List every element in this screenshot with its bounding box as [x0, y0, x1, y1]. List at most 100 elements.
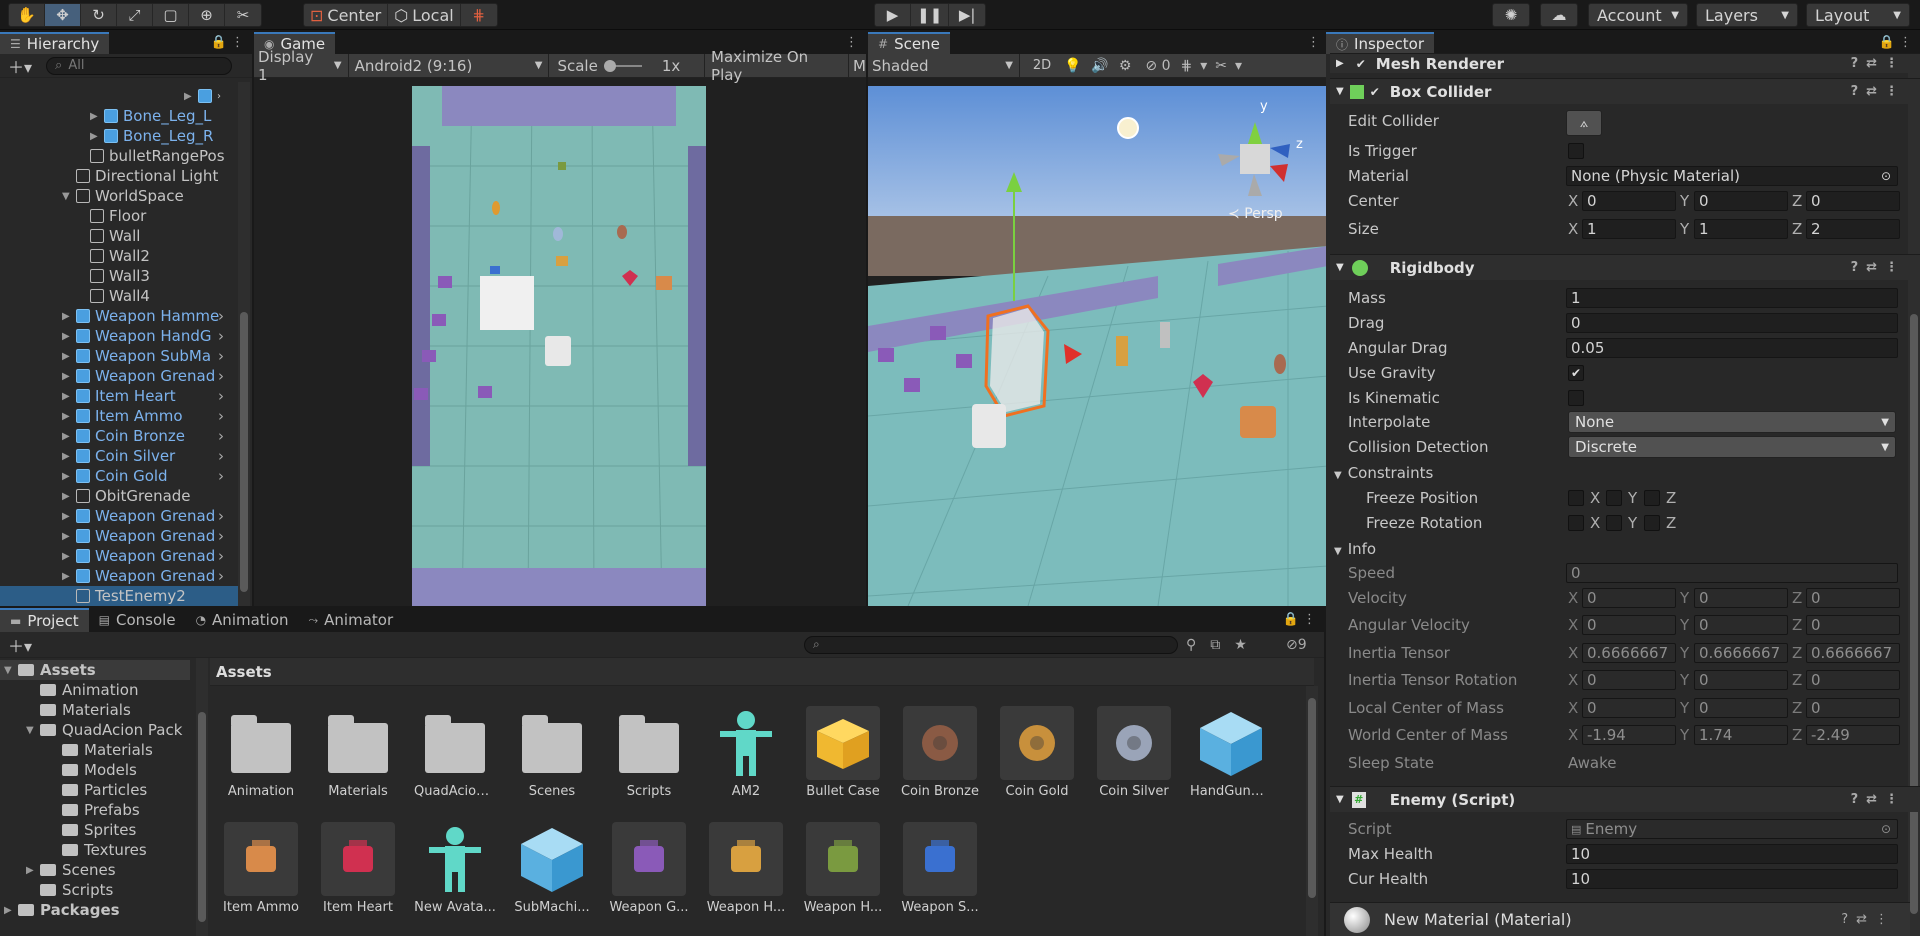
material-preview-header[interactable]: New Material (Material) ?⇄⋮	[1330, 902, 1910, 936]
hierarchy-item[interactable]: Floor	[76, 206, 146, 226]
chevron-right-icon[interactable]: ›	[218, 507, 224, 525]
layout-dropdown[interactable]: Layout ▼	[1806, 3, 1910, 27]
project-tree-item[interactable]: Textures	[48, 840, 147, 860]
expand-arrow-icon[interactable]: ▶	[62, 551, 76, 562]
hierarchy-item[interactable]: ▶ Item Heart ›	[62, 386, 224, 406]
pivot-local-button[interactable]: ⬡ Local	[388, 4, 461, 26]
hierarchy-item[interactable]: ▶ Coin Silver ›	[62, 446, 224, 466]
scale-tool-icon[interactable]: ⤢	[117, 4, 153, 26]
hidden-packages-toggle[interactable]: ⊘9	[1286, 637, 1307, 653]
hierarchy-item[interactable]: bulletRangePos	[76, 146, 225, 166]
expand-arrow-icon[interactable]: ▶	[90, 131, 104, 142]
asset-item[interactable]: AM2	[705, 706, 787, 799]
play-icon[interactable]: ▶	[875, 4, 911, 26]
collab-button[interactable]: ✺	[1492, 3, 1530, 27]
project-tree-item[interactable]: Models	[48, 760, 137, 780]
asset-item[interactable]: Animation	[220, 706, 302, 799]
hierarchy-item[interactable]: ▶ ObitGrenade	[62, 486, 191, 506]
asset-item[interactable]: Coin Gold	[996, 706, 1078, 799]
physic-material-field[interactable]: None (Physic Material) ⊙	[1566, 166, 1898, 186]
panel-menu-icon[interactable]: 🔒 ⋮	[211, 35, 244, 50]
account-dropdown[interactable]: Account ▼	[1588, 3, 1688, 27]
hand-tool-icon[interactable]: ✋	[9, 4, 45, 26]
game-more-button[interactable]: M	[853, 57, 866, 75]
object-picker-icon[interactable]: ⊙	[1881, 169, 1891, 183]
project-tree-item[interactable]: Materials	[26, 700, 131, 720]
transform-tool-icon[interactable]: ⊕	[189, 4, 225, 26]
project-tree-item[interactable]: ▶ Packages	[4, 900, 120, 920]
rect-tool-icon[interactable]: ▢	[153, 4, 189, 26]
asset-item[interactable]: Item Ammo	[220, 822, 302, 915]
scrollbar-thumb[interactable]	[240, 312, 248, 592]
hierarchy-item[interactable]: ▶ Weapon Grenad ›	[62, 506, 224, 526]
project-tree-item[interactable]: Sprites	[48, 820, 136, 840]
chevron-right-icon[interactable]: ›	[218, 447, 224, 465]
constraints-foldout[interactable]: ▼ Constraints	[1334, 464, 1433, 482]
expand-arrow-icon[interactable]: ▶	[62, 351, 76, 362]
tab-scene[interactable]: # Scene	[868, 32, 950, 54]
chevron-right-icon[interactable]: ›	[218, 387, 224, 405]
expand-arrow-icon[interactable]: ▼	[26, 725, 40, 736]
mass-field[interactable]: 1	[1566, 288, 1898, 308]
vector-component-field[interactable]: 1	[1694, 219, 1788, 239]
asset-item[interactable]: QuadAcion...	[414, 706, 496, 799]
resolution-dropdown[interactable]: Android2 (9:16) ▼	[355, 53, 550, 78]
project-filter-icons[interactable]: ⚲⧉★	[1186, 637, 1261, 653]
drag-field[interactable]: 0	[1566, 313, 1898, 333]
chevron-right-icon[interactable]: ›	[218, 367, 224, 385]
asset-item[interactable]: Scenes	[511, 706, 593, 799]
hierarchy-item[interactable]: ▶ Bone_Leg_R	[90, 126, 213, 146]
box-collider-header[interactable]: ▼ ✔ Box Collider ?⇄⋮	[1330, 78, 1920, 104]
hierarchy-item[interactable]: ▶ Weapon Hamme ›	[62, 306, 224, 326]
hierarchy-item[interactable]: ▶ Coin Bronze ›	[62, 426, 224, 446]
component-header-icons[interactable]: ?⇄⋮	[1851, 84, 1906, 99]
expand-arrow-icon[interactable]: ▶	[62, 491, 76, 502]
asset-grid-scrollbar[interactable]	[1306, 686, 1318, 936]
tab-hierarchy[interactable]: ☰ Hierarchy	[0, 32, 110, 54]
asset-item[interactable]: Scripts	[608, 706, 690, 799]
hierarchy-scrollbar[interactable]	[238, 82, 250, 606]
panel-menu-icon[interactable]: ⋮	[1307, 35, 1320, 50]
game-viewport[interactable]	[412, 86, 706, 606]
asset-item[interactable]: Coin Silver	[1093, 706, 1175, 799]
hierarchy-item[interactable]: ▶ Weapon Grenad ›	[62, 366, 224, 386]
pause-icon[interactable]: ❚❚	[911, 4, 950, 26]
cloud-button[interactable]: ☁	[1540, 3, 1578, 27]
asset-item[interactable]: Weapon H...	[705, 822, 787, 915]
expand-arrow-icon[interactable]: ▶	[62, 371, 76, 382]
project-tree-item[interactable]: Materials	[48, 740, 153, 760]
project-tree-item[interactable]: ▶ Scenes	[26, 860, 116, 880]
display-dropdown[interactable]: Display 1 ▼	[258, 48, 349, 84]
tab-inspector[interactable]: ⓘ Inspector	[1326, 32, 1434, 54]
asset-item[interactable]: Materials	[317, 706, 399, 799]
asset-item[interactable]: Weapon S...	[899, 822, 981, 915]
expand-arrow-icon[interactable]: ▶	[62, 571, 76, 582]
2d-toggle-button[interactable]: 2D	[1028, 58, 1056, 73]
chevron-right-icon[interactable]: ›	[218, 307, 224, 325]
project-tree-item[interactable]: Particles	[48, 780, 147, 800]
asset-item[interactable]: New Avata...	[414, 822, 496, 915]
hierarchy-item[interactable]: Wall2	[76, 246, 150, 266]
asset-item[interactable]: SubMachi...	[511, 822, 593, 915]
hierarchy-item[interactable]: ▶ Item Ammo ›	[62, 406, 224, 426]
create-plus-icon[interactable]: ＋▾	[8, 633, 32, 657]
chevron-right-icon[interactable]: ›	[218, 467, 224, 485]
expand-arrow-icon[interactable]: ▶	[4, 905, 18, 916]
scale-track[interactable]	[603, 59, 642, 72]
chevron-right-icon[interactable]: ›	[218, 547, 224, 565]
hierarchy-item[interactable]: ▶ Weapon Grenad ›	[62, 566, 224, 586]
freeze-axis-checkbox[interactable]	[1606, 515, 1622, 531]
freeze-axis-checkbox[interactable]	[1568, 490, 1584, 506]
expand-arrow-icon[interactable]: ▶	[62, 531, 76, 542]
use-gravity-checkbox[interactable]: ✔	[1568, 365, 1584, 381]
vector-component-field[interactable]: 0	[1582, 191, 1676, 211]
expand-arrow-icon[interactable]: ▶	[26, 865, 40, 876]
is-trigger-checkbox[interactable]	[1568, 143, 1584, 159]
hierarchy-item[interactable]: ▶ Coin Gold ›	[62, 466, 224, 486]
freeze-axis-checkbox[interactable]	[1568, 515, 1584, 531]
expand-arrow-icon[interactable]: ▶	[62, 451, 76, 462]
expand-arrow-icon[interactable]: ▶	[62, 311, 76, 322]
scrollbar-thumb[interactable]	[1308, 698, 1316, 898]
project-tree-scrollbar[interactable]	[196, 658, 208, 936]
interpolate-dropdown[interactable]: None ▼	[1568, 411, 1896, 433]
